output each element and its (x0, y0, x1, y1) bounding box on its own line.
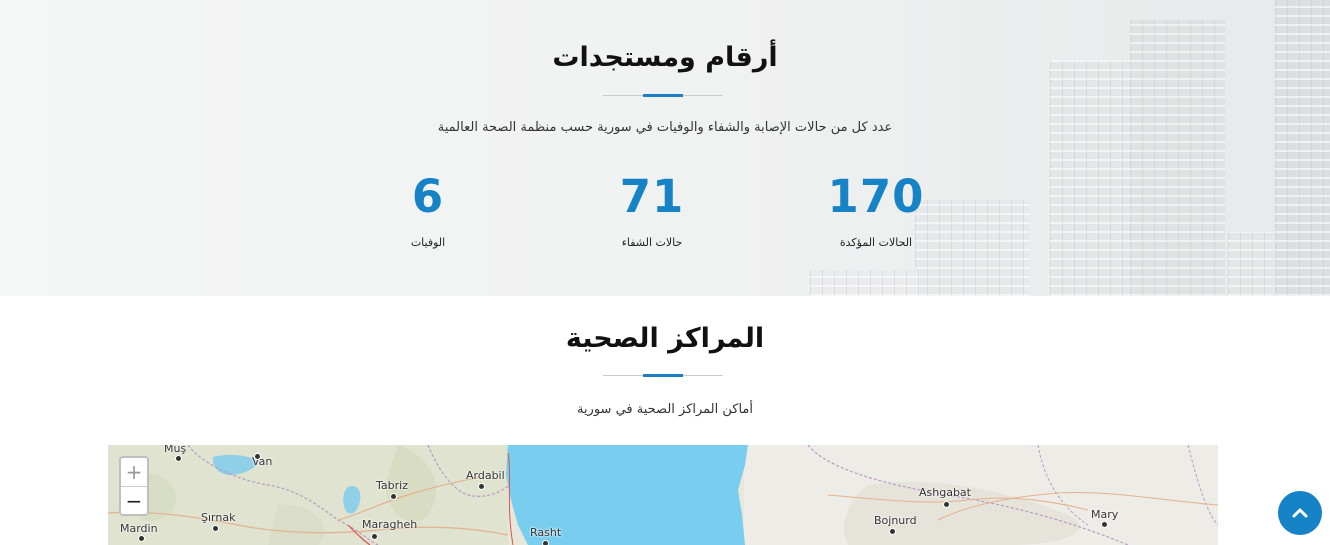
recovered-cases-value: 71 (619, 170, 685, 223)
map-zoom-control: + − (119, 456, 149, 516)
title-divider-accent (643, 374, 683, 377)
stats-description: عدد كل من حالات الإصابة والشفاء والوفيات… (437, 120, 893, 135)
centers-description: أماكن المراكز الصحية في سورية (576, 402, 754, 417)
stats-section: أرقام ومستجدات عدد كل من حالات الإصابة و… (0, 0, 1330, 296)
stats-title: أرقام ومستجدات (552, 42, 778, 73)
map-city-label: Tabriz (376, 479, 408, 492)
centers-title: المراكز الصحية (565, 323, 765, 354)
confirmed-cases-value: 170 (827, 170, 925, 223)
map-city-label: Şırnak (201, 511, 236, 524)
chevron-up-icon (1292, 508, 1308, 518)
map-city-label: Mardin (120, 522, 158, 535)
confirmed-cases-label: الحالات المؤكدة (839, 236, 913, 249)
map-city-marker (889, 528, 896, 535)
deaths-value: 6 (411, 170, 445, 223)
map-city-label: Ardabil (466, 469, 505, 482)
back-to-top-button[interactable] (1278, 491, 1322, 535)
map-city-marker (138, 535, 145, 542)
map-city-marker (542, 540, 549, 545)
health-centers-map[interactable]: + − Muş Van Tabriz Ardabil Mardin Şırnak… (108, 445, 1218, 545)
recovered-cases-label: حالات الشفاء (621, 236, 683, 249)
map-city-marker (390, 493, 397, 500)
map-city-label: Maragheh (362, 518, 418, 531)
zoom-in-button[interactable]: + (121, 458, 147, 487)
zoom-out-button[interactable]: − (121, 487, 147, 515)
map-city-marker (212, 525, 219, 532)
map-city-label: Bojnurd (874, 514, 917, 527)
map-city-label: Muş (164, 445, 187, 455)
map-city-marker (1101, 521, 1108, 528)
map-city-marker (943, 501, 950, 508)
map-city-label: Ashgabat (919, 486, 971, 499)
map-city-label: Rasht (530, 526, 562, 539)
building-backdrop (1228, 232, 1273, 296)
map-tiles (108, 445, 1218, 545)
map-city-marker (478, 483, 485, 490)
map-city-marker (175, 455, 182, 462)
title-divider-accent (643, 94, 683, 97)
map-city-marker (254, 453, 261, 460)
deaths-label: الوفيات (410, 236, 446, 249)
building-backdrop (810, 270, 920, 296)
map-city-marker (371, 533, 378, 540)
map-city-label: Mary (1091, 508, 1119, 521)
